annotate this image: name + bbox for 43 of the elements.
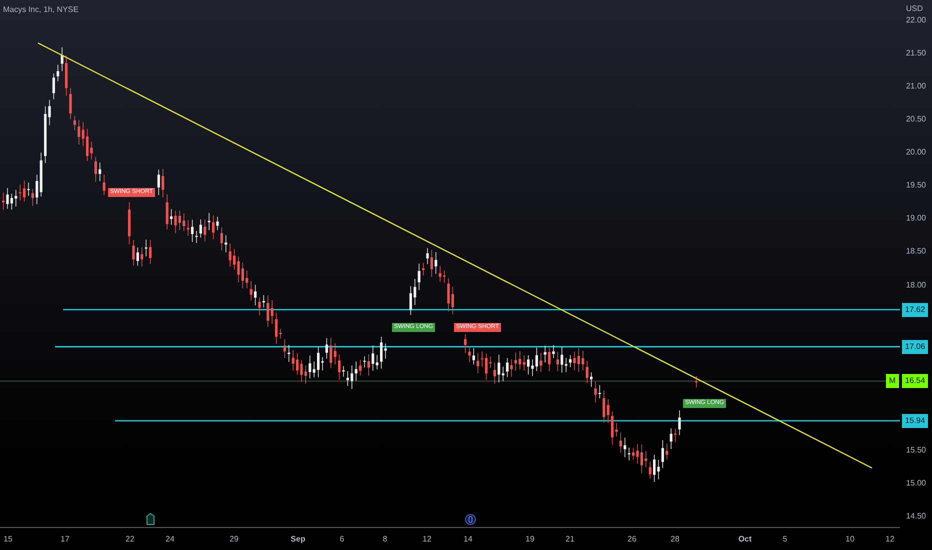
time-tick-label: 8 (382, 534, 388, 544)
price-tick-label: 22.00 (906, 16, 926, 24)
time-tick-label: 24 (166, 534, 174, 544)
price-tick-label: 15.00 (906, 478, 926, 488)
time-tick-label: 29 (230, 534, 238, 544)
candle (149, 239, 152, 264)
price-tick-label: 19.00 (906, 214, 926, 223)
time-tick-label: 12 (886, 534, 894, 544)
price-tick-label: 20.00 (906, 148, 926, 157)
candle (157, 169, 160, 196)
time-tick-label: 10 (846, 534, 854, 544)
time-tick-label: 28 (670, 534, 680, 544)
price-tick-label: 19.50 (906, 180, 926, 190)
price-tick-label: 14.50 (906, 512, 926, 521)
price-tick-label: 21.00 (906, 82, 926, 91)
currency-label: USD (906, 4, 923, 13)
price-tick-label: 20.50 (906, 114, 926, 124)
price-tick-label: 18.50 (906, 246, 926, 256)
price-tick-label: 18.00 (906, 280, 926, 290)
time-tick-label: 19 (526, 534, 534, 544)
time-tick-label: 14 (464, 534, 472, 544)
price-tick-label: 15.50 (906, 445, 926, 454)
level-price-label: 17.62 (902, 302, 928, 317)
chart-title: Macys Inc, 1h, NYSE (3, 5, 79, 14)
current-price-label: 16.54 (902, 374, 928, 388)
level-price-label: 15.94 (902, 414, 928, 428)
time-tick-label: 22 (126, 534, 134, 544)
time-tick-label: 15 (4, 534, 12, 544)
time-tick-label: 26 (628, 534, 636, 544)
time-tick-label: Sep (290, 534, 306, 544)
price-marker: M (886, 374, 899, 388)
time-tick-label: 6 (340, 534, 344, 544)
level-price-label: 17.06 (902, 340, 928, 354)
candle (695, 376, 698, 388)
time-tick-label: Oct (738, 534, 752, 544)
time-tick-label: 21 (566, 534, 574, 544)
tag-icon[interactable] (146, 513, 155, 525)
time-tick-label: 17 (60, 534, 70, 544)
time-tick-label: 5 (782, 534, 788, 544)
price-tick-label: 21.50 (906, 48, 926, 58)
candle (409, 286, 412, 316)
time-tick-label: 12 (422, 534, 432, 544)
coin-icon[interactable] (465, 514, 476, 525)
